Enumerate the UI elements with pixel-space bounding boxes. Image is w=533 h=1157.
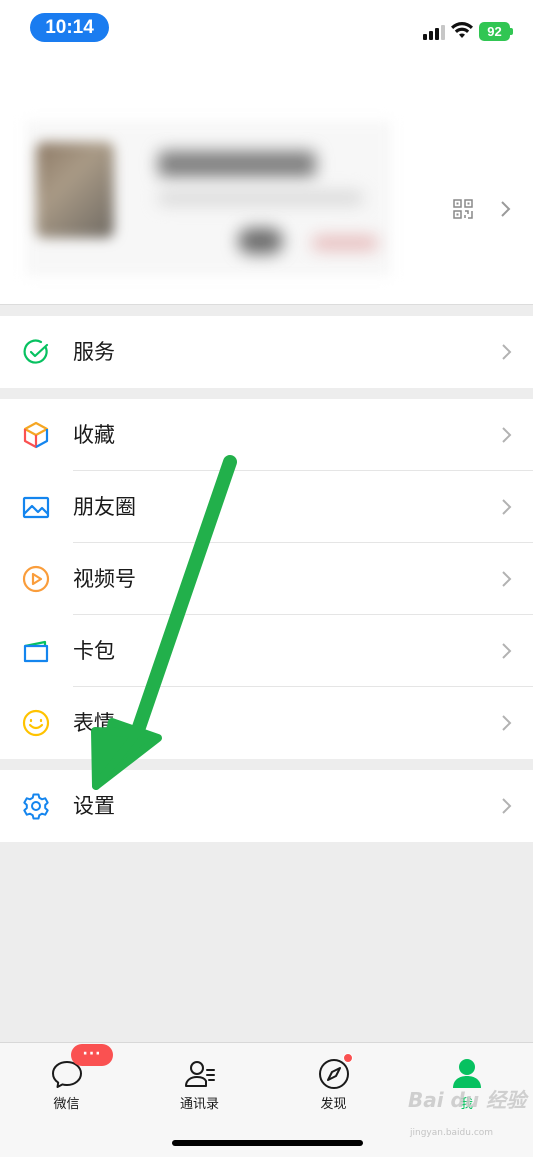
- menu-item-moments[interactable]: 朋友圈: [0, 471, 533, 543]
- contacts-icon: [184, 1061, 215, 1087]
- gear-icon: [23, 793, 49, 820]
- menu-item-card-wallet[interactable]: 卡包: [0, 615, 533, 687]
- avatar[interactable]: [36, 142, 114, 238]
- tab-label: 通讯录: [179, 1097, 219, 1112]
- tab-contacts[interactable]: 通讯录: [133, 1043, 266, 1123]
- menu-item-label: 服务: [73, 340, 115, 364]
- watermark-sub: jingyan.baidu.com: [410, 1128, 494, 1138]
- nickname-blurred: [158, 151, 316, 177]
- menu-item-label: 设置: [73, 794, 115, 818]
- status-blurred-secondary: [312, 236, 378, 250]
- menu-item-services[interactable]: 服务: [0, 316, 533, 388]
- qr-code-icon[interactable]: [453, 199, 473, 219]
- tab-chats[interactable]: 微信: [0, 1043, 133, 1123]
- status-bar: 10:14 92: [0, 0, 533, 56]
- menu-item-label: 收藏: [73, 423, 115, 447]
- favorites-cube-icon: [23, 421, 49, 449]
- menu-item-settings[interactable]: 设置: [0, 770, 533, 842]
- chevron-right-icon: [502, 571, 512, 587]
- status-blurred: [238, 228, 283, 254]
- signal-icon: [423, 24, 445, 40]
- chevron-right-icon: [502, 344, 512, 360]
- profile-header[interactable]: [0, 56, 533, 305]
- wifi-icon: [451, 22, 473, 38]
- moments-image-icon: [22, 496, 50, 519]
- chevron-right-icon: [502, 427, 512, 443]
- discover-red-dot: [343, 1053, 353, 1063]
- baidu-jingyan-watermark: Bai du 经验 jingyan.baidu.com: [408, 1084, 526, 1144]
- chevron-right-icon: [502, 643, 512, 659]
- battery-level: 92: [479, 22, 510, 41]
- tab-label: 微信: [53, 1097, 80, 1112]
- wechat-id-blurred: [158, 191, 363, 205]
- service-check-icon: [23, 339, 49, 364]
- watermark-main: Bai du 经验: [408, 1088, 527, 1112]
- menu-item-label: 卡包: [73, 639, 115, 663]
- menu-item-channels[interactable]: 视频号: [0, 543, 533, 615]
- card-wallet-icon: [23, 640, 49, 663]
- menu-item-label: 表情: [73, 711, 115, 735]
- home-indicator[interactable]: [172, 1140, 363, 1146]
- tab-label: 发现: [320, 1097, 347, 1112]
- battery-indicator: 92: [479, 22, 513, 41]
- channels-play-icon: [22, 565, 50, 593]
- chevron-right-icon: [502, 798, 512, 814]
- menu-item-favorites[interactable]: 收藏: [0, 399, 533, 471]
- status-time: 10:14: [30, 13, 109, 42]
- menu-item-label: 视频号: [73, 567, 136, 591]
- menu-item-stickers[interactable]: 表情: [0, 687, 533, 759]
- sticker-smile-icon: [22, 709, 50, 737]
- chevron-right-icon: [502, 499, 512, 515]
- chevron-right-icon[interactable]: [500, 200, 512, 218]
- chevron-right-icon: [502, 715, 512, 731]
- unread-badge: ···: [71, 1044, 113, 1066]
- menu-item-label: 朋友圈: [73, 495, 136, 519]
- tab-discover[interactable]: 发现: [267, 1043, 400, 1123]
